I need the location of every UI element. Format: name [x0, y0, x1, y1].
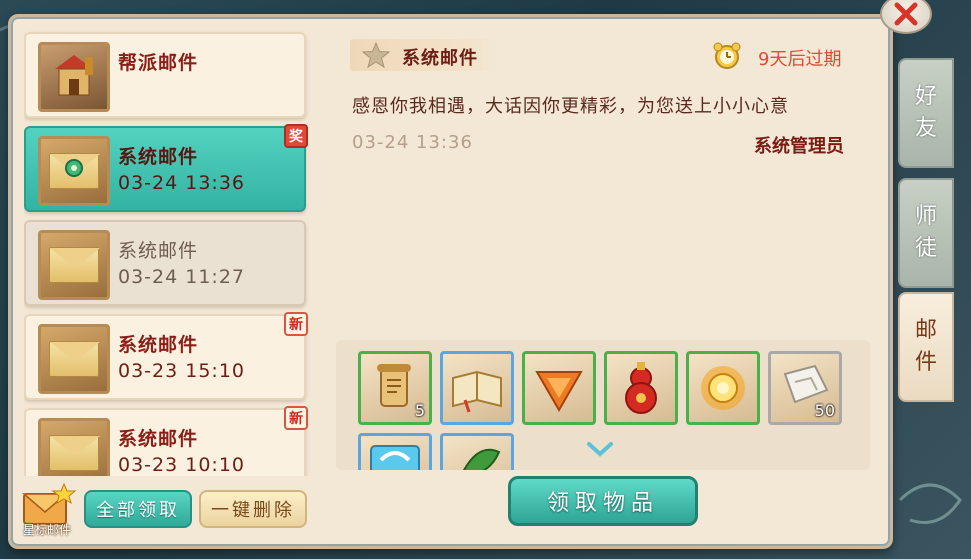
attachment-slot[interactable]	[440, 351, 514, 425]
tab-label: 邮	[914, 318, 937, 343]
mail-date: 03-23 15:10	[118, 360, 246, 382]
item-quantity: 50	[814, 401, 835, 420]
tab-label: 好	[914, 84, 937, 109]
attachment-slot[interactable]: 50	[768, 351, 842, 425]
mail-item-system-read[interactable]: 系统邮件 03-24 11:27	[24, 220, 306, 306]
red-gourd-icon	[625, 362, 657, 414]
starred-mail-label: 星标邮件	[22, 523, 71, 537]
mail-detail-date: 03-24 13:36	[352, 132, 473, 153]
mail-sender: 系统管理员	[754, 136, 844, 157]
mail-item-system-new[interactable]: 系统邮件 03-23 10:10 新	[24, 406, 308, 476]
new-badge: 新	[284, 406, 308, 430]
reward-badge: 奖	[284, 124, 308, 148]
gold-orb-icon	[701, 366, 745, 410]
envelope-reward-icon	[38, 136, 110, 206]
envelope-open-icon	[38, 230, 110, 300]
new-badge: 新	[284, 312, 308, 336]
tab-label: 友	[914, 116, 937, 141]
mail-date: 03-24 13:36	[118, 172, 246, 194]
mail-title: 系统邮件	[118, 428, 199, 450]
attachment-slot[interactable]: 5	[358, 351, 432, 425]
item-quantity: 5	[414, 401, 425, 420]
leaf-item-icon	[463, 448, 501, 470]
tab-friends[interactable]: 好 友	[898, 58, 954, 168]
attachment-slot[interactable]	[522, 351, 596, 425]
tab-mail[interactable]: 邮 件	[898, 292, 954, 402]
mail-item-system-new[interactable]: 系统邮件 03-23 15:10 新	[24, 312, 308, 400]
detail-title: 系统邮件	[402, 48, 478, 69]
mail-item-guild[interactable]: 帮派邮件	[24, 32, 306, 118]
envelope-icon	[38, 324, 110, 394]
claim-all-button[interactable]: 全部领取	[84, 490, 192, 528]
mail-title: 系统邮件	[118, 240, 199, 262]
tab-label: 件	[914, 350, 937, 375]
mail-title: 系统邮件	[118, 334, 199, 356]
orange-gem-icon	[535, 371, 583, 412]
close-icon	[894, 2, 918, 26]
close-button[interactable]	[880, 0, 932, 34]
star-icon[interactable]	[362, 42, 390, 68]
mail-item-system-selected[interactable]: 系统邮件 03-24 13:36 奖	[24, 124, 308, 212]
mail-title: 系统邮件	[118, 146, 199, 168]
mail-body-text: 感恩你我相遇，大话因你更精彩，为您送上小小心意	[352, 96, 789, 117]
attachment-slot[interactable]	[440, 433, 514, 470]
attachment-slot[interactable]	[358, 433, 432, 470]
book-item-icon	[452, 370, 502, 413]
mail-list[interactable]: 帮派邮件 系统邮件 03-24 13:36 奖 系统邮件 03-24 11:27…	[24, 30, 310, 476]
starred-mail-button[interactable]: 星标邮件	[14, 482, 80, 540]
attachment-slot[interactable]	[604, 351, 678, 425]
expire-text: 9天后过期	[758, 49, 842, 70]
alarm-clock-icon	[713, 42, 741, 69]
mail-date: 03-24 11:27	[118, 266, 246, 288]
mail-title: 帮派邮件	[118, 52, 199, 74]
guild-building-icon	[38, 42, 110, 112]
mail-date: 03-23 10:10	[118, 454, 246, 476]
blue-crystal-icon	[370, 445, 420, 470]
tab-master-apprentice[interactable]: 师 徒	[898, 178, 954, 288]
tab-label: 徒	[914, 236, 937, 261]
chevron-down-icon[interactable]	[585, 440, 615, 460]
envelope-icon	[38, 418, 110, 476]
attachment-slot[interactable]	[686, 351, 760, 425]
tab-label: 师	[914, 204, 937, 229]
claim-items-button[interactable]: 领取物品	[508, 476, 698, 526]
delete-all-button[interactable]: 一键删除	[199, 490, 307, 528]
